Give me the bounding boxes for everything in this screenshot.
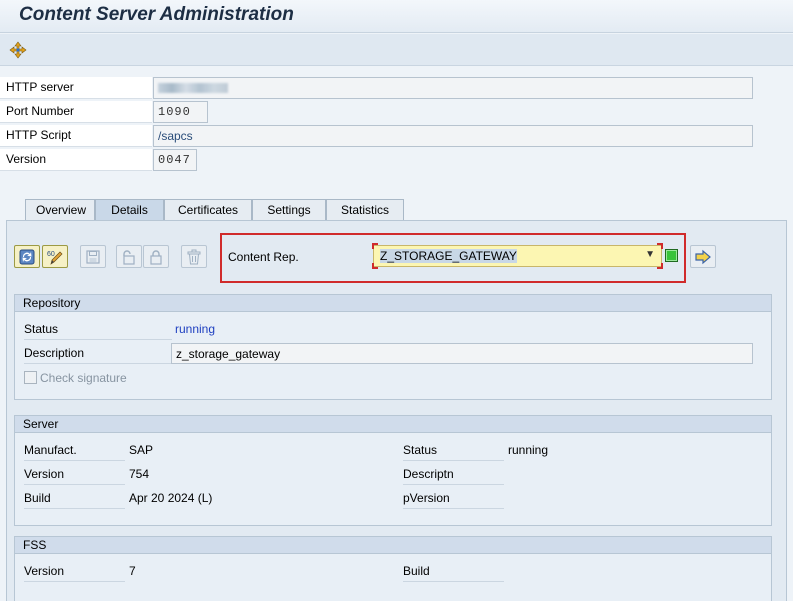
http-script-field[interactable]: /sapcs xyxy=(153,125,753,147)
fss-group: FSS xyxy=(14,536,772,601)
page-title: Content Server Administration xyxy=(19,4,294,25)
http-server-field[interactable] xyxy=(153,77,753,99)
display-change-button[interactable]: 60 xyxy=(42,245,68,268)
server-descriptn-label: Descriptn xyxy=(403,467,504,485)
server-status-label: Status xyxy=(403,443,504,461)
server-status-value: running xyxy=(508,443,549,457)
tab-settings[interactable]: Settings xyxy=(252,199,326,221)
tab-certificates[interactable]: Certificates xyxy=(164,199,252,221)
lock-button[interactable] xyxy=(143,245,169,268)
cursor-corner-br xyxy=(657,263,663,269)
repo-status-label: Status xyxy=(24,322,172,340)
status-light-icon xyxy=(665,249,678,262)
server-version-value: 754 xyxy=(129,467,150,481)
content-rep-select[interactable]: Z_STORAGE_GATEWAY ▼ xyxy=(373,245,662,267)
server-pversion-label: pVersion xyxy=(403,491,504,509)
port-number-field[interactable]: 1090 xyxy=(153,101,208,123)
unlock-icon xyxy=(123,250,135,265)
arrow-right-icon xyxy=(695,249,711,265)
lock-icon xyxy=(150,250,162,265)
version-field[interactable]: 0047 xyxy=(153,149,197,171)
repo-description-label: Description xyxy=(24,346,172,364)
tab-statistics[interactable]: Statistics xyxy=(326,199,404,221)
cursor-corner-bl xyxy=(372,263,378,269)
tab-details[interactable]: Details xyxy=(95,199,164,221)
server-group-title: Server xyxy=(15,416,771,433)
refresh-button[interactable] xyxy=(14,245,40,268)
content-rep-value: Z_STORAGE_GATEWAY xyxy=(380,249,517,263)
fss-version-label: Version xyxy=(24,564,125,582)
http-server-redacted xyxy=(158,83,228,93)
fss-build-label: Build xyxy=(403,564,504,582)
repository-group-title: Repository xyxy=(15,295,771,312)
check-signature-checkbox[interactable] xyxy=(24,371,37,384)
http-script-label: HTTP Script xyxy=(0,125,152,147)
svg-text:60: 60 xyxy=(47,251,55,258)
cursor-corner-tl xyxy=(372,243,378,249)
repo-description-field[interactable]: z_storage_gateway xyxy=(171,343,753,364)
server-manufact-value: SAP xyxy=(129,443,154,457)
unlock-button[interactable] xyxy=(116,245,142,268)
cursor-corner-tr xyxy=(657,243,663,249)
check-signature-label: Check signature xyxy=(40,371,127,385)
tab-overview[interactable]: Overview xyxy=(25,199,95,221)
version-label: Version xyxy=(0,149,152,171)
trash-icon xyxy=(187,249,201,265)
delete-button[interactable] xyxy=(181,245,207,268)
server-version-label: Version xyxy=(24,467,125,485)
refresh-icon xyxy=(19,249,35,265)
server-build-label: Build xyxy=(24,491,125,509)
save-button[interactable] xyxy=(80,245,106,268)
repo-status-value: running xyxy=(175,322,216,336)
content-rep-label: Content Rep. xyxy=(228,250,299,264)
http-server-label: HTTP server xyxy=(0,77,152,99)
server-group: Server xyxy=(14,415,772,526)
chevron-down-icon[interactable]: ▼ xyxy=(645,249,655,260)
fss-group-title: FSS xyxy=(15,537,771,554)
server-build-value: Apr 20 2024 (L) xyxy=(129,491,213,505)
display-change-icon: 60 xyxy=(47,251,63,265)
execute-button[interactable] xyxy=(690,245,716,268)
port-number-label: Port Number xyxy=(0,101,152,123)
application-toolbar xyxy=(0,34,793,66)
move-object-icon[interactable] xyxy=(8,40,28,60)
server-manufact-label: Manufact. xyxy=(24,443,125,461)
save-icon xyxy=(86,250,100,264)
fss-version-value: 7 xyxy=(129,564,136,578)
